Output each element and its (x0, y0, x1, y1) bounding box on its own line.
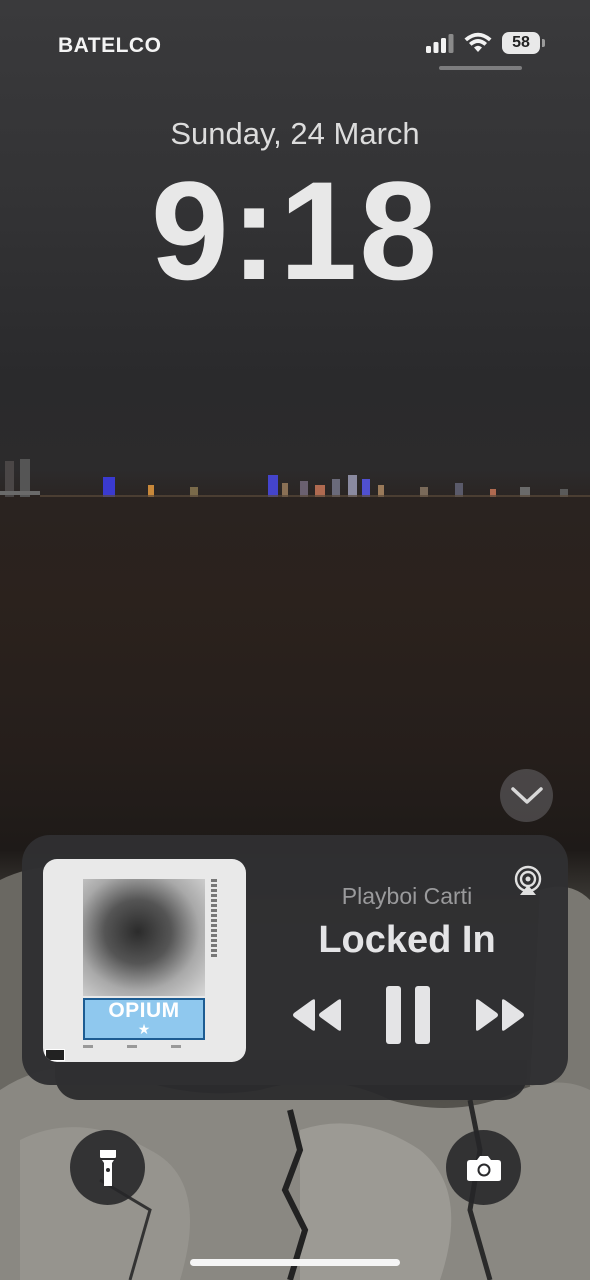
cellular-signal-icon (426, 34, 454, 53)
pause-icon (386, 986, 430, 1044)
album-artwork-side-text (211, 879, 217, 959)
now-playing-artist: Playboi Carti (341, 883, 473, 909)
previous-track-button[interactable] (287, 985, 347, 1045)
chevron-down-icon (510, 786, 543, 804)
wallpaper-skyline (0, 459, 590, 510)
parental-advisory-logo (45, 1049, 65, 1061)
battery-indicator: 58 (502, 32, 545, 54)
collapse-notifications-button[interactable] (500, 769, 553, 822)
fast-forward-icon (476, 999, 524, 1031)
album-artwork-star: ★ (137, 1021, 151, 1037)
album-artwork-photo (83, 879, 205, 996)
lock-screen-date: Sunday, 24 March (170, 116, 420, 151)
status-bar-indicator (439, 66, 522, 70)
camera-button[interactable] (446, 1130, 521, 1205)
now-playing-track-title: Locked In (318, 919, 496, 961)
home-indicator[interactable] (190, 1259, 400, 1266)
camera-icon (466, 1155, 501, 1181)
flashlight-button[interactable] (70, 1130, 145, 1205)
flashlight-icon (99, 1149, 116, 1186)
status-icons: 58 (426, 32, 545, 54)
lock-screen-time: 9:18 (150, 152, 440, 309)
album-artwork-banner: OPIUM ★ (83, 998, 205, 1040)
pause-button[interactable] (380, 985, 436, 1045)
carrier-name: BATELCO (58, 34, 162, 57)
battery-level: 58 (512, 34, 530, 51)
wifi-icon (464, 32, 492, 52)
rewind-icon (293, 999, 341, 1031)
next-track-button[interactable] (470, 985, 530, 1045)
album-artwork-title: OPIUM (108, 999, 180, 1022)
now-playing-widget[interactable]: OPIUM ★ Playboi Carti Locked In (22, 835, 568, 1085)
album-artwork[interactable]: OPIUM ★ (43, 859, 246, 1062)
album-artwork-footer (83, 1045, 205, 1048)
